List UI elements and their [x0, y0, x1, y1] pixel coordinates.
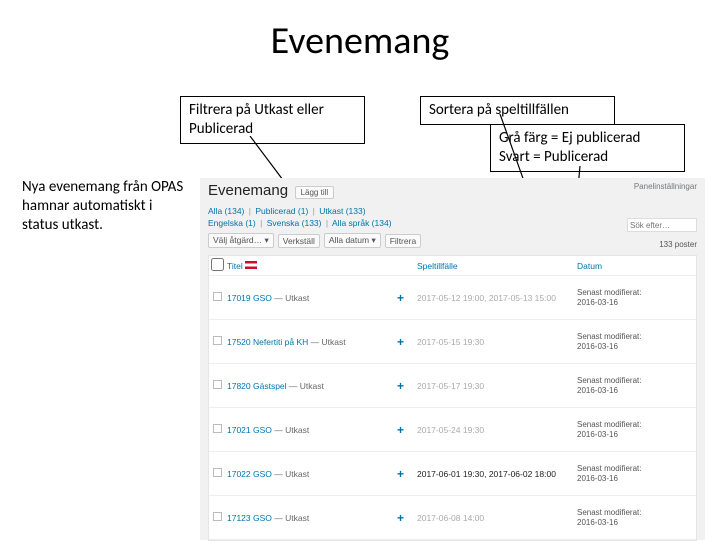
table-row: 17820 Gästspel — Utkast +2017-05-17 19:30…: [209, 364, 696, 408]
callout-sort: Sortera på speltillfällen: [420, 96, 615, 125]
slide-title: Evenemang: [0, 18, 720, 64]
row-status: — Utkast: [311, 337, 346, 347]
row-speltillfalle: 2017-05-15 19:30: [415, 335, 575, 349]
table-row: 17123 GSO — Utkast +2017-06-08 14:00Senas…: [209, 496, 696, 540]
events-table: Titel Speltillfälle Datum 17019 GSO — Ut…: [208, 255, 697, 541]
date-filter-select[interactable]: Alla datum ▾: [324, 233, 381, 248]
row-speltillfalle: 2017-06-01 19:30, 2017-06-02 18:00: [415, 467, 575, 481]
row-speltillfalle: 2017-05-17 19:30: [415, 379, 575, 393]
filter-svenska-link[interactable]: Svenska (133): [267, 218, 322, 228]
expand-icon[interactable]: +: [395, 333, 415, 351]
filter-button[interactable]: Filtrera: [385, 234, 421, 248]
col-datum[interactable]: Datum: [575, 259, 685, 273]
row-checkbox[interactable]: [213, 512, 222, 521]
expand-icon[interactable]: +: [395, 289, 415, 307]
row-title-link[interactable]: 17022 GSO: [227, 469, 272, 479]
side-note: Nya evenemang från OPAS hamnar automatis…: [22, 178, 187, 234]
row-status: — Utkast: [274, 469, 309, 479]
bulk-toolbar: Välj åtgärd… ▾ Verkställ Alla datum ▾ Fi…: [200, 230, 705, 251]
row-checkbox[interactable]: [213, 380, 222, 389]
screenshot-panel: Panelinställningar Evenemang Lägg till A…: [200, 178, 705, 540]
row-status: — Utkast: [289, 381, 324, 391]
select-all-checkbox[interactable]: [211, 258, 224, 271]
add-button[interactable]: Lägg till: [295, 186, 335, 199]
row-datum: Senast modifierat:2016-03-16: [575, 286, 685, 309]
filter-publicerad-link[interactable]: Publicerad (1): [255, 206, 308, 216]
table-header: Titel Speltillfälle Datum: [209, 256, 696, 276]
row-status: — Utkast: [274, 425, 309, 435]
row-speltillfalle: 2017-05-12 19:00, 2017-05-13 15:00: [415, 291, 575, 305]
bulk-action-select[interactable]: Välj åtgärd… ▾: [208, 233, 274, 248]
filter-utkast-link[interactable]: Utkast (133): [319, 206, 365, 216]
row-datum: Senast modifierat:2016-03-16: [575, 330, 685, 353]
row-status: — Utkast: [274, 513, 309, 523]
filter-engelska-link[interactable]: Engelska (1): [208, 218, 256, 228]
row-checkbox[interactable]: [213, 468, 222, 477]
row-checkbox[interactable]: [213, 292, 222, 301]
expand-icon[interactable]: +: [395, 421, 415, 439]
row-datum: Senast modifierat:2016-03-16: [575, 418, 685, 441]
col-speltillfalle[interactable]: Speltillfälle: [415, 259, 575, 273]
row-checkbox[interactable]: [213, 424, 222, 433]
panel-options-link[interactable]: Panelinställningar: [634, 182, 697, 191]
post-count: 133 poster: [659, 240, 697, 249]
table-row: 17021 GSO — Utkast +2017-05-24 19:30Senas…: [209, 408, 696, 452]
row-datum: Senast modifierat:2016-03-16: [575, 374, 685, 397]
row-datum: Senast modifierat:2016-03-16: [575, 462, 685, 485]
callout-color: Grå färg = Ej publicerad Svart = Publice…: [490, 124, 685, 172]
row-title-link[interactable]: 17820 Gästspel: [227, 381, 287, 391]
table-row: 17022 GSO — Utkast +2017-06-01 19:30, 201…: [209, 452, 696, 496]
filter-allasprak-link[interactable]: Alla språk (134): [332, 218, 392, 228]
expand-icon[interactable]: +: [395, 377, 415, 395]
row-title-link[interactable]: 17019 GSO: [227, 293, 272, 303]
expand-icon[interactable]: +: [395, 465, 415, 483]
callout-filter: Filtrera på Utkast eller Publicerad: [180, 96, 365, 144]
flag-icon: [245, 261, 257, 269]
page-title: Evenemang: [208, 182, 288, 199]
search-input[interactable]: [627, 218, 697, 232]
expand-icon[interactable]: +: [395, 509, 415, 527]
col-titel[interactable]: Titel: [225, 259, 395, 273]
row-status: — Utkast: [274, 293, 309, 303]
row-checkbox[interactable]: [213, 336, 222, 345]
row-title-link[interactable]: 17520 Nefertiti på KH: [227, 337, 308, 347]
row-speltillfalle: 2017-05-24 19:30: [415, 423, 575, 437]
filter-alla-link[interactable]: Alla (134): [208, 206, 244, 216]
row-title-link[interactable]: 17021 GSO: [227, 425, 272, 435]
row-datum: Senast modifierat:2016-03-16: [575, 506, 685, 529]
table-row: 17520 Nefertiti på KH — Utkast +2017-05-1…: [209, 320, 696, 364]
apply-button[interactable]: Verkställ: [278, 234, 320, 248]
table-row: 17019 GSO — Utkast +2017-05-12 19:00, 201…: [209, 276, 696, 320]
row-speltillfalle: 2017-06-08 14:00: [415, 511, 575, 525]
row-title-link[interactable]: 17123 GSO: [227, 513, 272, 523]
status-filter-row: Alla (134) | Publicerad (1) | Utkast (13…: [200, 206, 705, 218]
